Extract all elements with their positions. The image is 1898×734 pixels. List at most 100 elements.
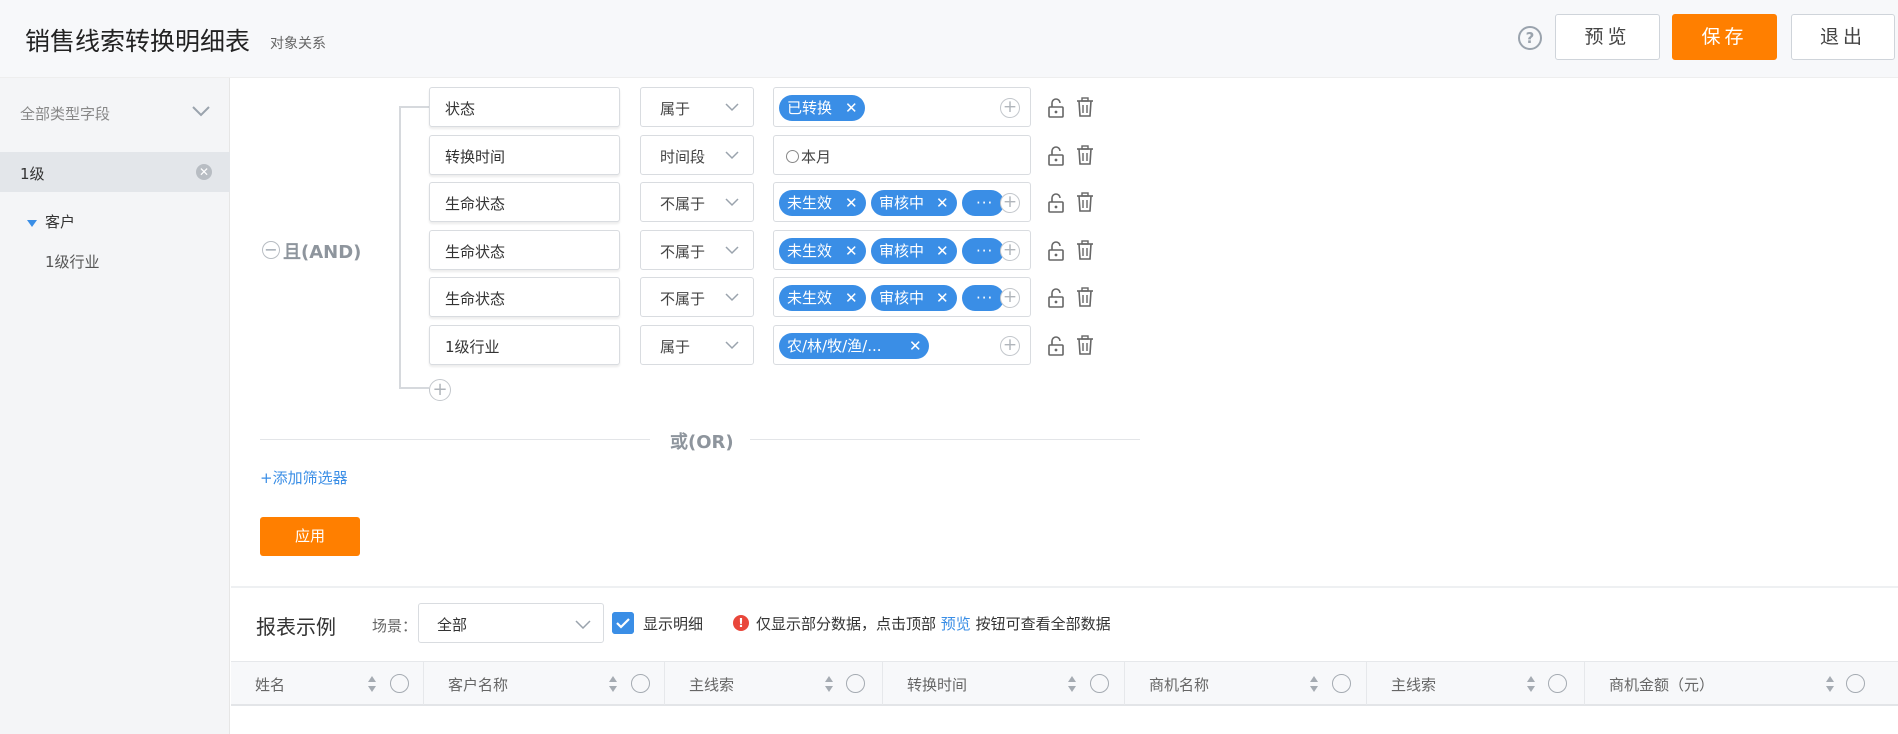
more-tags-badge[interactable]: ··· [962, 285, 1004, 311]
column-header[interactable]: 商机名称 [1125, 662, 1367, 705]
remove-tag-icon[interactable]: ✕ [936, 238, 949, 264]
scene-label: 场景： [372, 617, 418, 635]
tag-label: 未生效 [787, 242, 833, 260]
filter-value-input[interactable]: 未生效 ✕ 审核中 ✕ ··· + [773, 277, 1031, 317]
show-detail-checkbox[interactable] [612, 612, 634, 634]
filter-value-input[interactable]: 未生效 ✕ 审核中 ✕ ··· + [773, 182, 1031, 222]
filter-field-select[interactable]: 状态 [429, 87, 620, 127]
apply-button[interactable]: 应用 [260, 517, 360, 556]
column-menu-icon[interactable] [390, 674, 409, 693]
chevron-down-icon[interactable] [190, 102, 212, 120]
remove-tag-icon[interactable]: ✕ [936, 190, 949, 216]
bracket-tick [399, 387, 429, 389]
delete-icon[interactable] [1075, 191, 1095, 213]
expand-triangle-icon[interactable] [27, 220, 37, 227]
filter-operator-select[interactable]: 时间段 [640, 135, 754, 175]
delete-icon[interactable] [1075, 96, 1095, 118]
more-tags-badge[interactable]: ··· [962, 190, 1004, 216]
filter-operator-select[interactable]: 不属于 [640, 230, 754, 270]
delete-icon[interactable] [1075, 286, 1095, 308]
add-value-icon[interactable]: + [1000, 288, 1020, 308]
add-value-icon[interactable]: + [1000, 241, 1020, 261]
filter-operator-select[interactable]: 不属于 [640, 182, 754, 222]
selected-field-label: 1级 [20, 165, 45, 183]
column-menu-icon[interactable] [1846, 674, 1865, 693]
filter-value-input[interactable]: 已转换 ✕ + [773, 87, 1031, 127]
filter-field-select[interactable]: 转换时间 [429, 135, 620, 175]
clear-icon[interactable]: ✕ [196, 164, 212, 180]
column-header[interactable]: 姓名 [231, 662, 424, 705]
remove-tag-icon[interactable]: ✕ [845, 238, 858, 264]
column-header[interactable]: 转换时间 [883, 662, 1125, 705]
add-value-icon[interactable]: + [1000, 98, 1020, 118]
lock-icon[interactable] [1046, 240, 1066, 262]
scene-select[interactable]: 全部 [418, 603, 604, 643]
page-title: 销售线索转换明细表 [25, 27, 251, 56]
tree-node-customer[interactable]: 客户 [45, 211, 75, 232]
preview-link[interactable]: 预览 [941, 615, 971, 633]
field-type-filter[interactable]: 全部类型字段 [20, 103, 110, 124]
lock-icon[interactable] [1046, 97, 1066, 119]
exit-button[interactable]: 退出 [1791, 14, 1895, 60]
sort-icon[interactable] [1825, 675, 1835, 693]
sort-icon[interactable] [1309, 675, 1319, 693]
column-menu-icon[interactable] [631, 674, 650, 693]
column-header[interactable]: 主线索 [1367, 662, 1585, 705]
filter-row: 1级行业 属于 农/林/牧/渔/... ✕ + [429, 325, 1099, 365]
remove-tag-icon[interactable]: ✕ [845, 285, 858, 311]
column-menu-icon[interactable] [1090, 674, 1109, 693]
remove-tag-icon[interactable]: ✕ [936, 285, 949, 311]
field-sidebar: 全部类型字段 1级 ✕ 客户 1级行业 [0, 78, 230, 734]
date-range-input[interactable]: 本月 [773, 135, 1031, 175]
filter-operator-select[interactable]: 属于 [640, 87, 754, 127]
column-menu-icon[interactable] [1548, 674, 1567, 693]
filter-field-select[interactable]: 生命状态 [429, 182, 620, 222]
lock-icon[interactable] [1046, 192, 1066, 214]
save-button[interactable]: 保存 [1672, 14, 1777, 60]
delete-icon[interactable] [1075, 144, 1095, 166]
remove-tag-icon[interactable]: ✕ [845, 190, 858, 216]
filter-value-input[interactable]: 农/林/牧/渔/... ✕ + [773, 325, 1031, 365]
add-value-icon[interactable]: + [1000, 336, 1020, 356]
add-value-icon[interactable]: + [1000, 193, 1020, 213]
filter-field-select[interactable]: 生命状态 [429, 230, 620, 270]
filter-operator-select[interactable]: 不属于 [640, 277, 754, 317]
sort-icon[interactable] [1067, 675, 1077, 693]
tag-label: 审核中 [879, 242, 925, 260]
remove-tag-icon[interactable]: ✕ [845, 95, 858, 121]
lock-icon[interactable] [1046, 287, 1066, 309]
help-icon[interactable]: ? [1518, 26, 1542, 50]
lock-icon[interactable] [1046, 335, 1066, 357]
sort-icon[interactable] [1526, 675, 1536, 693]
filter-row: 转换时间 时间段 本月 [429, 135, 1099, 175]
lock-icon[interactable] [1046, 145, 1066, 167]
tree-item-industry[interactable]: 1级行业 [45, 251, 100, 272]
column-header[interactable]: 主线索 [665, 662, 883, 705]
sort-icon[interactable] [824, 675, 834, 693]
add-filter-link[interactable]: +添加筛选器 [260, 467, 348, 488]
filter-field-select[interactable]: 生命状态 [429, 277, 620, 317]
filter-operator-select[interactable]: 属于 [640, 325, 754, 365]
filter-field-select[interactable]: 1级行业 [429, 325, 620, 365]
operator-label: 不属于 [660, 290, 706, 308]
column-header[interactable]: 商机金额（元） [1585, 662, 1898, 705]
sort-icon[interactable] [608, 675, 618, 693]
collapse-group-icon[interactable]: − [262, 241, 280, 259]
date-value: 本月 [786, 146, 831, 167]
partial-data-note: 仅显示部分数据，点击顶部 预览 按钮可查看全部数据 [756, 613, 1111, 634]
preview-button[interactable]: 预览 [1555, 14, 1660, 60]
delete-icon[interactable] [1075, 239, 1095, 261]
add-condition-icon[interactable]: + [429, 379, 451, 401]
chevron-down-icon [725, 151, 739, 160]
column-header[interactable]: 客户名称 [424, 662, 665, 705]
filter-value-input[interactable]: 未生效 ✕ 审核中 ✕ ··· + [773, 230, 1031, 270]
sort-icon[interactable] [367, 675, 377, 693]
field-label: 1级行业 [445, 338, 500, 356]
delete-icon[interactable] [1075, 334, 1095, 356]
field-label: 生命状态 [445, 195, 506, 213]
column-menu-icon[interactable] [1332, 674, 1351, 693]
field-search-selected[interactable]: 1级 ✕ [0, 152, 230, 192]
remove-tag-icon[interactable]: ✕ [909, 333, 922, 359]
more-tags-badge[interactable]: ··· [962, 238, 1004, 264]
column-menu-icon[interactable] [846, 674, 865, 693]
